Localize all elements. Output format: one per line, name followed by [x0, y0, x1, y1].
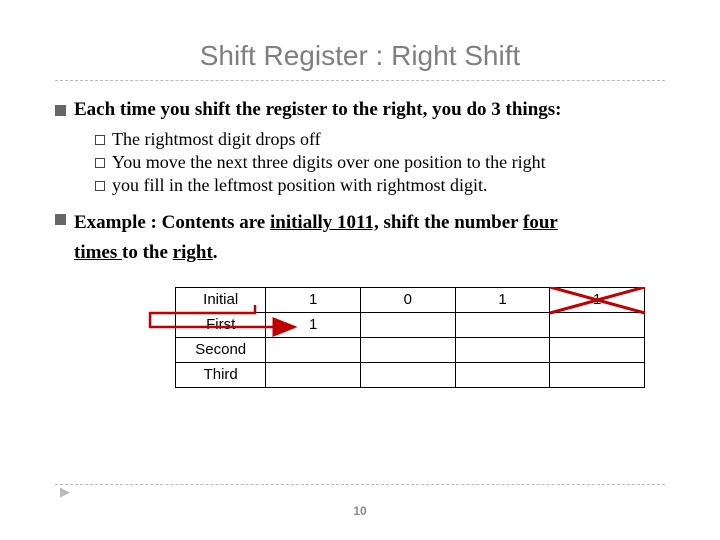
- divider-top: [55, 80, 665, 81]
- sub-bullet: you fill in the leftmost position with r…: [95, 175, 665, 196]
- square-hollow-icon: [95, 181, 105, 191]
- example-bullet: Example : Contents are initially 1011, s…: [55, 208, 665, 269]
- example-prefix: Example : Contents are: [74, 212, 270, 233]
- slide-title: Shift Register : Right Shift: [55, 40, 665, 72]
- example-initial-value: initially 1011,: [270, 212, 379, 233]
- cell: 1: [266, 287, 361, 312]
- cell: [455, 337, 550, 362]
- example-count: four: [523, 212, 558, 233]
- sub-bullet-text: The rightmost digit drops off: [112, 129, 321, 150]
- cell: [266, 362, 361, 387]
- table-row: Second: [176, 337, 645, 362]
- example-mid: shift the number: [379, 212, 523, 233]
- cell: [455, 312, 550, 337]
- example-mid2: to the: [122, 242, 173, 263]
- example-period: .: [213, 242, 218, 263]
- cell: 1: [550, 287, 645, 312]
- cell: [361, 337, 456, 362]
- cell: [266, 337, 361, 362]
- register-table-wrap: Initial 1 0 1 1 First 1 Second: [175, 287, 645, 388]
- square-hollow-icon: [95, 135, 105, 145]
- sub-bullet: The rightmost digit drops off: [95, 129, 665, 150]
- sub-bullet-text: You move the next three digits over one …: [112, 152, 546, 173]
- cell: [550, 362, 645, 387]
- square-filled-icon: [55, 105, 66, 116]
- cell: 0: [361, 287, 456, 312]
- sub-bullet: You move the next three digits over one …: [95, 152, 665, 173]
- example-times: times: [74, 242, 122, 263]
- row-label-first: First: [176, 312, 266, 337]
- page-number: 10: [0, 504, 720, 518]
- slide: Shift Register : Right Shift Each time y…: [0, 0, 720, 540]
- main-bullet-text: Each time you shift the register to the …: [74, 99, 665, 121]
- cell: 1: [455, 287, 550, 312]
- sub-bullet-list: The rightmost digit drops off You move t…: [95, 129, 665, 196]
- cell: [455, 362, 550, 387]
- register-table: Initial 1 0 1 1 First 1 Second: [175, 287, 645, 388]
- example-text: Example : Contents are initially 1011, s…: [74, 208, 665, 269]
- cell: [361, 362, 456, 387]
- cell: [550, 337, 645, 362]
- cell: [550, 312, 645, 337]
- divider-bottom: [55, 484, 665, 485]
- example-direction: right: [173, 242, 213, 263]
- table-row: Initial 1 0 1 1: [176, 287, 645, 312]
- table-row: Third: [176, 362, 645, 387]
- table-row: First 1: [176, 312, 645, 337]
- main-bullet: Each time you shift the register to the …: [55, 99, 665, 121]
- cell: [361, 312, 456, 337]
- row-label-third: Third: [176, 362, 266, 387]
- cell: 1: [266, 312, 361, 337]
- square-filled-icon: [55, 214, 66, 225]
- square-hollow-icon: [95, 158, 105, 168]
- row-label-second: Second: [176, 337, 266, 362]
- sub-bullet-text: you fill in the leftmost position with r…: [112, 175, 488, 196]
- triangle-icon: ▶: [60, 484, 70, 500]
- row-label-initial: Initial: [176, 287, 266, 312]
